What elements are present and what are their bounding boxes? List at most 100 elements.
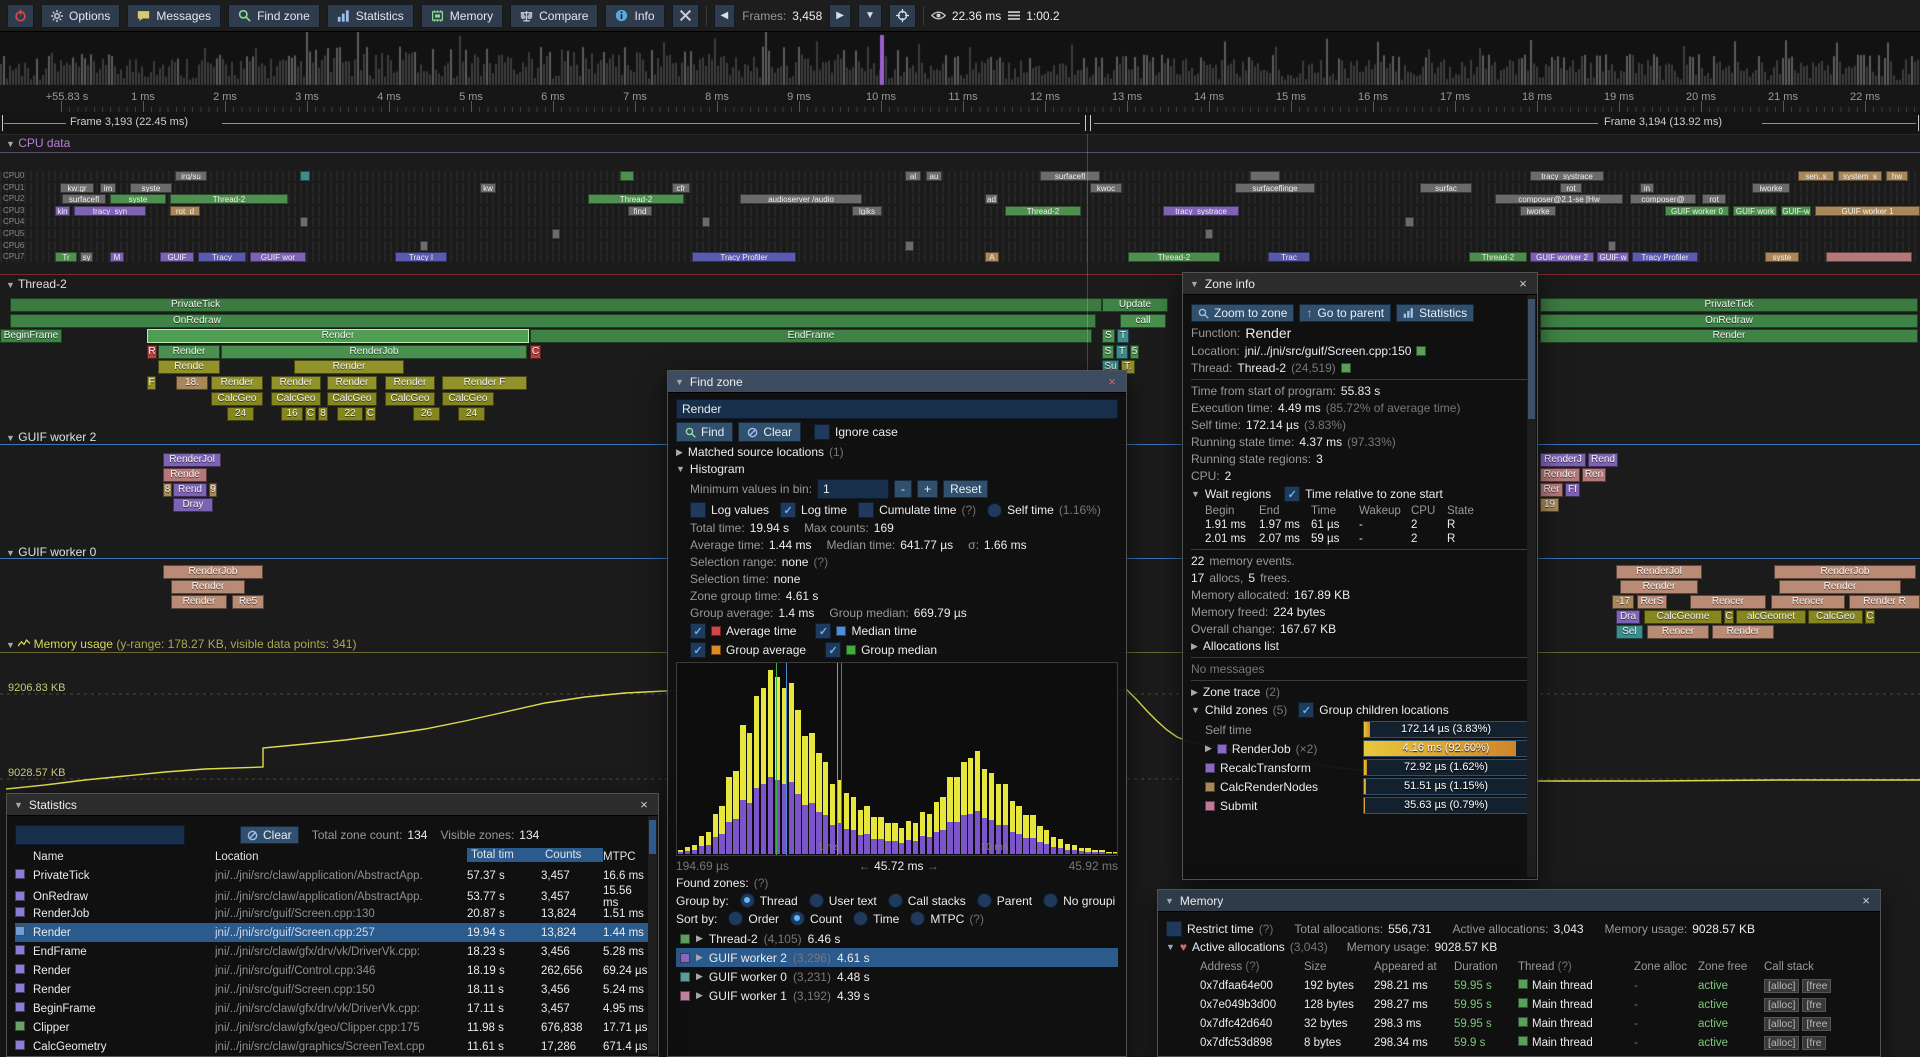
zone[interactable]: Sel [1616, 625, 1643, 639]
column-appeared-at[interactable]: Appeared at [1374, 961, 1454, 973]
wait-regions-expander[interactable]: ▼ Wait regions ✓ Time relative to zone s… [1191, 486, 1529, 502]
zone[interactable]: 9 [209, 483, 217, 497]
zone[interactable]: 24 [227, 407, 254, 421]
cpu-zone[interactable]: A [985, 252, 999, 262]
wait-column-header[interactable]: Time [1311, 505, 1359, 517]
compare-button[interactable]: Compare [510, 4, 598, 28]
cpu-zone[interactable]: kw:gr [60, 183, 94, 193]
cpu-zone[interactable]: Tracy Profiler [1632, 252, 1698, 262]
cpu-zone[interactable]: au [926, 171, 942, 181]
cpu-zone[interactable]: irq/su [175, 171, 207, 181]
zone[interactable]: BeginFrame [0, 329, 62, 343]
cpu-zone[interactable] [905, 241, 914, 251]
zone[interactable]: R [147, 345, 157, 359]
found-zones-help[interactable]: (?) [754, 876, 769, 890]
decrease-bin-button[interactable]: - [894, 480, 912, 498]
cpu-zone[interactable]: rot_d [170, 206, 200, 216]
zone[interactable]: CalcGeo [271, 392, 321, 406]
cpu-zone[interactable]: Tracy Profiler [692, 252, 796, 262]
collapse-icon[interactable]: ▼ [14, 800, 23, 810]
cpu-zone[interactable]: surfacefl [1040, 171, 1100, 181]
sort-by-option[interactable] [853, 911, 868, 926]
cpu-zone[interactable]: tracy_systrace [1530, 171, 1604, 181]
power-button[interactable] [7, 4, 34, 28]
zone[interactable]: Render [147, 329, 529, 343]
cpu-zone[interactable]: Thread-2 [588, 194, 684, 204]
statistics-row[interactable]: Renderjni/../jni/src/guif/Screen.cpp:150… [15, 980, 650, 999]
cpu-zone[interactable]: surfacefl [62, 194, 106, 204]
close-icon[interactable]: × [637, 797, 651, 812]
zone[interactable]: Render [271, 376, 321, 390]
cpu-zone[interactable]: Thread-2 [1005, 206, 1081, 216]
zone-trace-expander[interactable]: ▶ Zone trace (2) [1191, 685, 1529, 699]
memory-button[interactable]: Memory [421, 4, 503, 28]
zone[interactable]: RenderJol [1616, 565, 1702, 579]
zone[interactable]: C [365, 407, 376, 421]
zone[interactable]: RenderJob [221, 345, 527, 359]
zoom-to-zone-button[interactable]: Zoom to zone [1191, 304, 1294, 322]
collapse-icon[interactable]: ▼ [1165, 896, 1174, 906]
zone[interactable]: 26 [413, 407, 440, 421]
memory-allocation-row[interactable]: 0x7dfc42d64032 bytes298.3 ms59.95 sMain … [1166, 1014, 1872, 1033]
scrollbar-thumb[interactable] [649, 820, 656, 854]
cpu-zone[interactable]: surfac [1420, 183, 1472, 193]
cpu-zone[interactable]: Tracy I [395, 252, 447, 262]
group-by-option[interactable] [809, 893, 824, 908]
column-call-stack[interactable]: Call stack [1764, 961, 1872, 973]
cpu-zone[interactable]: ad [985, 194, 998, 204]
column-size[interactable]: Size [1304, 961, 1374, 973]
zone[interactable]: CalcGeo [385, 392, 435, 406]
zone[interactable]: RerS [1637, 595, 1667, 609]
statistics-row[interactable]: Clipperjni/../jni/src/claw/gfx/geo/Clipp… [15, 1018, 650, 1037]
statistics-row[interactable]: CalcGeometryjni/../jni/src/claw/graphics… [15, 1037, 650, 1056]
wait-column-header[interactable]: Begin [1205, 505, 1259, 517]
legend-checkbox[interactable]: ✓ [690, 642, 706, 658]
call-stack-chip[interactable]: [alloc] [1764, 979, 1799, 993]
clear-button[interactable]: Clear [738, 422, 801, 442]
cpu-zone[interactable]: GUIF-w [1781, 206, 1811, 216]
zone[interactable]: Render [1540, 468, 1580, 482]
column-address[interactable]: Address (?) [1166, 961, 1304, 973]
cpu-zone[interactable]: audioserver /audio [740, 194, 862, 204]
cpu-zone[interactable]: Trac [1268, 252, 1310, 262]
cpu-zone[interactable] [300, 171, 310, 181]
collapse-icon[interactable]: ▼ [675, 377, 684, 387]
column-zone-free[interactable]: Zone free [1698, 961, 1764, 973]
active-allocations-expander[interactable]: ▼ ♥ Active allocations (3,043) Memory us… [1166, 940, 1872, 954]
find-button[interactable]: Find [676, 422, 733, 442]
close-icon[interactable]: × [1516, 276, 1530, 291]
memory-titlebar[interactable]: ▼ Memory × [1158, 890, 1880, 912]
histogram-plot[interactable]: 1 ms10 ms [676, 662, 1118, 856]
frame-histogram-strip[interactable] [0, 32, 1920, 87]
scrollbar[interactable] [1527, 295, 1536, 877]
cpu-zone[interactable]: tracy_syn [74, 206, 146, 216]
group-by-option[interactable] [888, 893, 903, 908]
zone[interactable]: alcGeomet [1736, 610, 1806, 624]
cpu-zone[interactable]: Thread-2 [1469, 252, 1527, 262]
zone[interactable]: Render [1540, 329, 1918, 343]
zone[interactable]: T [1117, 329, 1129, 343]
cpu-zone[interactable]: find [628, 206, 652, 216]
statistics-row[interactable]: Renderjni/../jni/src/guif/Control.cpp:34… [15, 961, 650, 980]
options-button[interactable]: Options [41, 4, 120, 28]
call-stack-chip[interactable]: [free [1802, 1017, 1831, 1031]
frame-spans-row[interactable]: Frame 3,193 (22.45 ms)Frame 3,194 (13.92… [0, 112, 1920, 135]
cpu-zone[interactable]: surfaceflinge [1235, 183, 1315, 193]
zone[interactable]: CalcGeo [1808, 610, 1863, 624]
zone[interactable]: PrivateTick [1540, 298, 1918, 312]
sort-by-option[interactable] [790, 911, 805, 926]
wait-column-header[interactable]: CPU [1411, 505, 1447, 517]
cpu-zone[interactable]: kw [480, 183, 496, 193]
child-zone-row[interactable]: RecalcTransform72.92 µs (1.62%) [1205, 759, 1529, 776]
scrollbar[interactable] [648, 816, 657, 1054]
found-zone-group-row[interactable]: ▶Thread-2(4,105)6.46 s [676, 929, 1118, 948]
zone[interactable]: 19 [1540, 498, 1559, 512]
cpu-zone[interactable]: GUIF [160, 252, 194, 262]
thread-color-swatch[interactable] [1341, 363, 1351, 373]
chevron-right-icon[interactable]: ▶ [1205, 743, 1212, 754]
cpu-zone[interactable]: cfr [672, 183, 690, 193]
cumulate-time-checkbox[interactable] [858, 502, 874, 518]
memory-allocation-row[interactable]: 0x7e049b3d00128 bytes298.27 ms59.95 sMai… [1166, 995, 1872, 1014]
cpu-zone[interactable]: kin [55, 206, 70, 216]
cpu-zone[interactable]: syste [110, 194, 166, 204]
